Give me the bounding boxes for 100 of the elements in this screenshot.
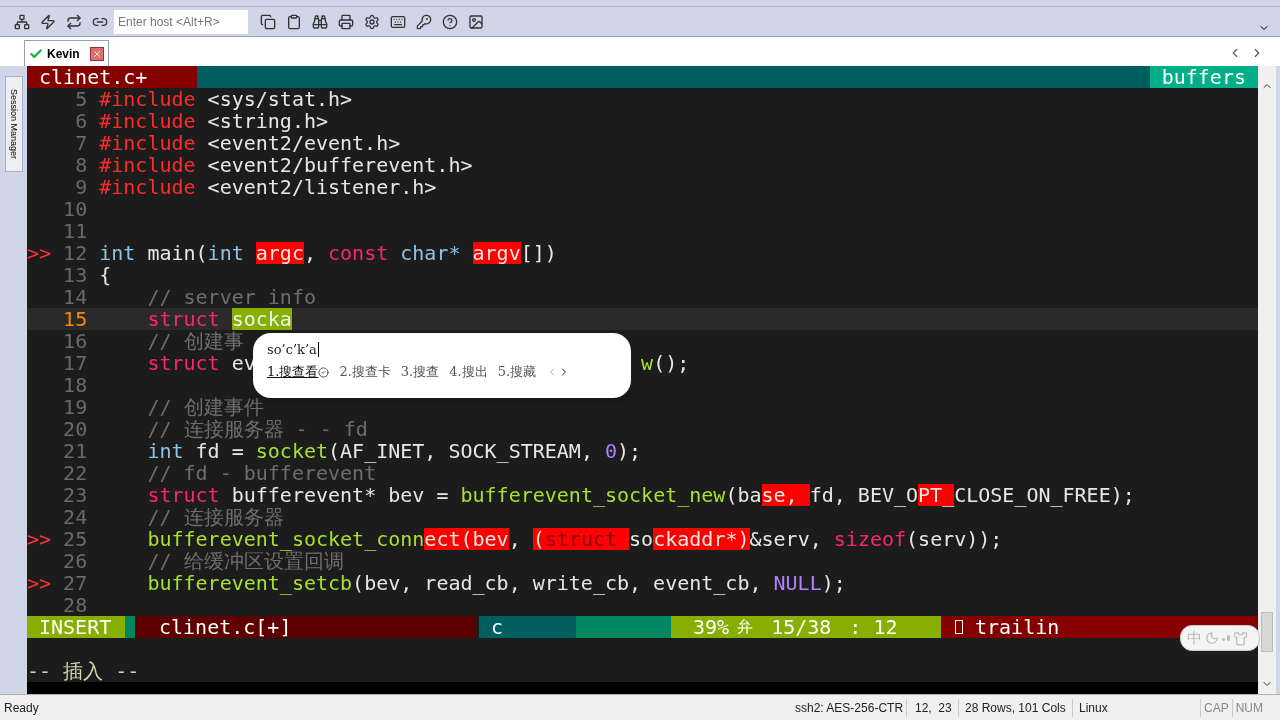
code-text: argv	[472, 242, 521, 264]
line-number: 18	[63, 373, 88, 397]
code-text: {	[99, 264, 112, 286]
code-text: socka	[231, 308, 292, 330]
code-text: (ba	[725, 484, 762, 506]
position-label: 15/38	[771, 616, 832, 638]
line-number: 11	[63, 219, 88, 243]
close-icon[interactable]	[89, 46, 104, 61]
code-text: // 连接服务器 - - fd	[147, 418, 368, 440]
code-text: struct	[147, 308, 221, 330]
shirt-icon	[1233, 630, 1248, 646]
buffers-label: buffers	[1149, 66, 1258, 88]
code-text: bufferevent_setcb	[147, 572, 353, 594]
code-text: );	[617, 440, 642, 462]
separator-label: :	[849, 616, 862, 638]
line-number: 6	[75, 109, 88, 133]
line-number: 23	[63, 483, 88, 507]
line-number: 19	[63, 395, 88, 419]
code-text: bufferevent* bev =	[230, 484, 450, 506]
line-number: 28	[63, 593, 88, 617]
line-number: 25	[63, 527, 88, 551]
line-number: 27	[63, 571, 88, 595]
code-text: // 连接服务器	[147, 506, 284, 528]
code-text: struct	[147, 484, 220, 506]
code-text: <event2/listener.h>	[206, 176, 437, 198]
code-text: // fd - bufferevent	[147, 462, 377, 484]
code-text: [])	[520, 242, 557, 264]
file-tab[interactable]: clinet.c+	[27, 66, 197, 88]
ime-candidate[interactable]: 2.搜查卡	[339, 363, 391, 381]
session-manager-tab[interactable]: Session Manager	[4, 76, 23, 172]
line-number: 10	[63, 197, 88, 221]
line-number: 16	[63, 329, 88, 353]
code-text: fd =	[194, 440, 245, 462]
code-text: ckaddr*)	[653, 528, 750, 550]
missing-glyph-icon	[955, 620, 963, 634]
breakpoint-sign: >>	[27, 527, 52, 551]
line-number: 17	[63, 351, 88, 375]
cipher-label: ssh2: AES-256-CTR	[795, 698, 907, 717]
code-text: int	[99, 242, 136, 264]
scrollbar[interactable]	[1258, 66, 1276, 694]
code-text: // 给缓冲区设置回调	[147, 550, 344, 572]
line-number: 15	[63, 307, 88, 331]
code-text: 0	[604, 440, 617, 462]
code-text: bufferevent_socket_new	[460, 484, 726, 506]
code-text: &serv,	[749, 528, 823, 550]
code-text: struct	[544, 528, 630, 550]
code-text: se,	[761, 484, 810, 506]
command-line: -- 插入 --	[27, 659, 140, 683]
ime-candidate[interactable]: 3.搜查	[400, 363, 440, 381]
status-segment	[125, 616, 135, 638]
terminal-size: 28 Rows, 101 Cols	[959, 698, 1073, 717]
ime-candidate[interactable]: 4.搜出	[449, 363, 488, 381]
code-text: int	[147, 440, 184, 462]
code-text: (	[532, 528, 545, 550]
code-text: ,	[303, 242, 317, 264]
code-text: #include	[99, 154, 196, 176]
line-number: 21	[63, 439, 88, 463]
code-text: #include	[99, 132, 196, 154]
line-number: 5	[75, 87, 88, 111]
line-number: 20	[63, 417, 88, 441]
column-label: 12	[873, 616, 898, 638]
filetype-label: c	[479, 616, 576, 638]
language-label: 中	[1187, 629, 1202, 647]
code-text: ect(bev	[424, 528, 509, 550]
session-tab[interactable]: Kevin	[24, 40, 109, 66]
num-indicator: NUM	[1231, 698, 1266, 717]
status-filename: clinet.c[+]	[135, 616, 476, 638]
code-text: NULL	[773, 572, 822, 594]
ime-candidate[interactable]: 5.搜藏	[497, 363, 537, 381]
breakpoint-sign: >>	[27, 571, 52, 595]
code-text: <event2/event.h>	[206, 132, 401, 154]
mode-indicator: INSERT	[27, 616, 125, 638]
code-text: socket	[255, 440, 328, 462]
line-number: 24	[63, 505, 88, 529]
check-icon	[318, 366, 330, 378]
code-text: int	[207, 242, 245, 264]
host-field[interactable]: Enter host <Alt+R>	[114, 9, 248, 34]
code-text: main(	[146, 242, 208, 264]
line-number: 7	[75, 131, 88, 155]
code-text: so	[629, 528, 654, 550]
code-text: bufferevent_socket_conn	[147, 528, 425, 550]
code-text: char*	[400, 242, 462, 264]
caps-indicator: CAP	[1200, 698, 1232, 717]
line-number: 12	[63, 241, 88, 265]
code-text: (serv));	[906, 528, 1003, 550]
cursor-position: 12, 23	[907, 698, 959, 717]
breakpoint-sign: >>	[27, 241, 52, 265]
code-text: CLOSE_ON_FREE);	[954, 484, 1135, 506]
warning-label: trailin	[975, 616, 1060, 638]
line-number: 22	[63, 461, 88, 485]
code-text: <sys/stat.h>	[206, 88, 353, 110]
scroll-thumb[interactable]	[1261, 612, 1273, 652]
punctuation-icon	[1222, 635, 1230, 641]
code-text: fd, BEV_O	[809, 484, 919, 506]
code-text: <string.h>	[206, 110, 328, 132]
ime-candidate[interactable]: 1.搜查看	[267, 363, 319, 381]
code-text: argc	[255, 242, 304, 264]
code-text: (AF_INET, SOCK_STREAM,	[328, 440, 594, 462]
code-text: struct	[147, 352, 220, 374]
code-text: );	[821, 572, 846, 594]
